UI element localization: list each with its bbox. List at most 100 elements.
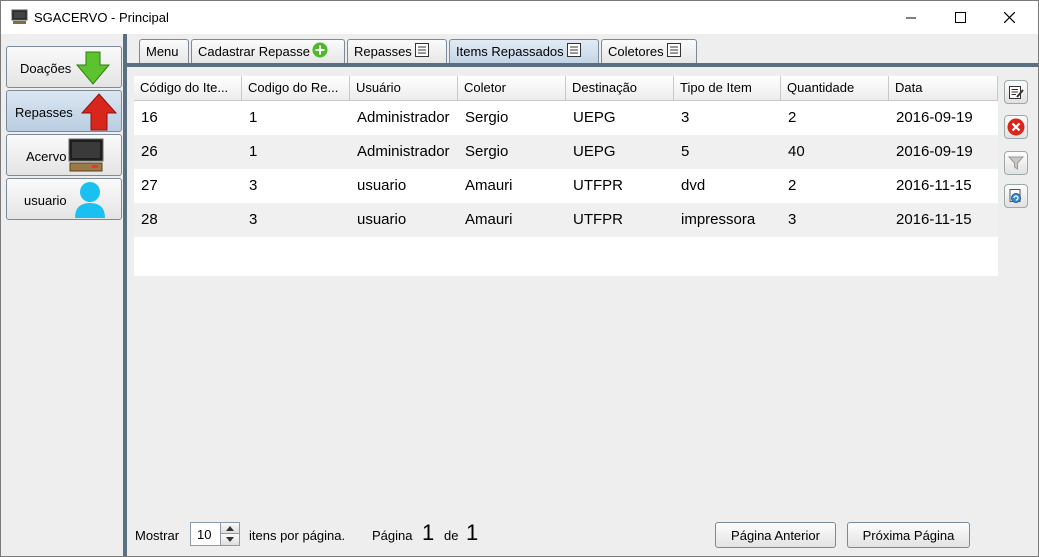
green-down-arrow-icon [75,51,111,88]
per-page-suffix: itens por página. [249,528,346,543]
sidebar-item-acervo[interactable]: Acervo [6,134,122,176]
table-cell: 2016-11-15 [896,177,972,194]
tab-cadastrar-repasse[interactable]: Cadastrar Repasse [191,39,345,63]
tab-label: Repasses [354,44,412,59]
show-label: Mostrar [135,528,180,543]
table-cell: UEPG [573,109,616,126]
list-icon [666,42,682,61]
table-cell: 2 [788,177,797,194]
app-computer-icon [11,9,28,25]
edit-icon [1009,86,1024,99]
tab-label: Menu [146,44,179,59]
table-cell: UTFPR [573,211,623,228]
chevron-up-icon [226,525,234,531]
list-icon [566,42,582,61]
tab-label: Cadastrar Repasse [198,44,310,59]
table-cell: 2016-09-19 [896,143,973,160]
sidebar-item-label: Repasses [15,105,73,120]
table-cell: 16 [141,109,158,126]
tab-repasses[interactable]: Repasses [347,39,447,63]
table-row[interactable]: 26 1 Administrador Sergio UEPG 5 40 2016… [134,135,998,169]
tab-label: Coletores [608,44,664,59]
table-cell: 2 [788,109,797,126]
table-cell: 1 [249,109,258,126]
table-cell: usuario [357,177,407,194]
table-cell: 3 [681,109,690,126]
table-header: Código do Ite... Codigo do Re... Usuário… [134,76,998,101]
per-page-value[interactable]: 10 [197,527,211,542]
sidebar-item-doacoes[interactable]: Doações [6,46,122,88]
table-row[interactable]: 28 3 usuario Amauri UTFPR impressora 3 2… [134,203,998,237]
sidebar-item-label: usuario [24,193,67,208]
sidebar-item-label: Acervo [26,149,67,164]
table-cell: Administrador [357,143,450,160]
spinner-buttons [220,523,239,545]
table-cell: UTFPR [573,177,623,194]
per-page-spinner[interactable]: 10 [190,522,240,546]
close-icon [1003,12,1015,23]
red-up-arrow-icon [80,93,118,134]
table-cell: Administrador [357,109,450,126]
tab-menu[interactable]: Menu [139,39,189,63]
next-page-button[interactable]: Próxima Página [847,522,970,548]
table-cell: 28 [141,211,158,228]
table-cell: Amauri [465,177,513,194]
items-table: Código do Ite... Codigo do Re... Usuário… [134,76,998,276]
client-area: Doações Repasses Acervo usuario Menu Cad… [1,34,1038,556]
table-cell: Sergio [465,143,509,160]
user-icon [73,181,107,222]
current-page: 1 [422,520,435,545]
column-header[interactable]: Quantidade [781,76,889,100]
table-cell: 40 [788,143,805,160]
of-label: de [444,528,459,543]
total-pages: 1 [466,520,479,545]
delete-icon [1007,118,1025,136]
edit-button[interactable] [1004,80,1028,104]
column-header[interactable]: Tipo de Item [674,76,781,100]
add-icon [312,42,328,61]
column-header[interactable]: Codigo do Re... [242,76,350,100]
column-header[interactable]: Código do Ite... [134,76,242,100]
table-cell: 5 [681,143,690,160]
delete-button[interactable] [1004,115,1028,139]
minimize-button[interactable] [888,1,934,34]
tab-coletores[interactable]: Coletores [601,39,697,63]
filter-icon [1008,156,1024,170]
sidebar-item-label: Doações [20,61,72,76]
title-bar: SGACERVO - Principal [1,1,1038,34]
filter-button[interactable] [1004,151,1028,175]
tab-items-repassados[interactable]: Items Repassados [449,39,599,63]
spinner-up-button[interactable] [221,523,239,534]
main-window: SGACERVO - Principal Doações Repasses Ac… [0,0,1039,557]
column-header[interactable]: Usuário [350,76,458,100]
column-header[interactable]: Coletor [458,76,566,100]
close-button[interactable] [986,1,1032,34]
column-header[interactable]: Destinação [566,76,674,100]
table-cell: Amauri [465,211,513,228]
sidebar-item-usuario[interactable]: usuario [6,178,122,220]
table-row[interactable]: 16 1 Administrador Sergio UEPG 3 2 2016-… [134,101,998,135]
refresh-button[interactable] [1004,184,1028,208]
table-cell: 1 [249,143,258,160]
table-row[interactable]: 27 3 usuario Amauri UTFPR dvd 2 2016-11-… [134,169,998,203]
page-label: Página [372,528,413,543]
table-cell: 26 [141,143,158,160]
previous-page-button[interactable]: Página Anterior [715,522,836,548]
list-icon [414,42,430,61]
tab-label: Items Repassados [456,44,564,59]
sidebar-item-repasses[interactable]: Repasses [6,90,122,132]
window-title: SGACERVO - Principal [34,10,169,25]
computer-icon [68,138,104,175]
table-cell: usuario [357,211,407,228]
table-cell: 2016-09-19 [896,109,973,126]
table-cell: dvd [681,177,706,194]
sidebar-divider [123,34,127,556]
chevron-down-icon [226,537,234,542]
table-cell: impressora [681,211,756,228]
column-header[interactable]: Data [889,76,998,100]
maximize-button[interactable] [937,1,983,34]
table-cell: UEPG [573,143,616,160]
spinner-down-button[interactable] [221,534,239,545]
table-cell: 3 [249,211,258,228]
refresh-icon [1009,189,1021,203]
